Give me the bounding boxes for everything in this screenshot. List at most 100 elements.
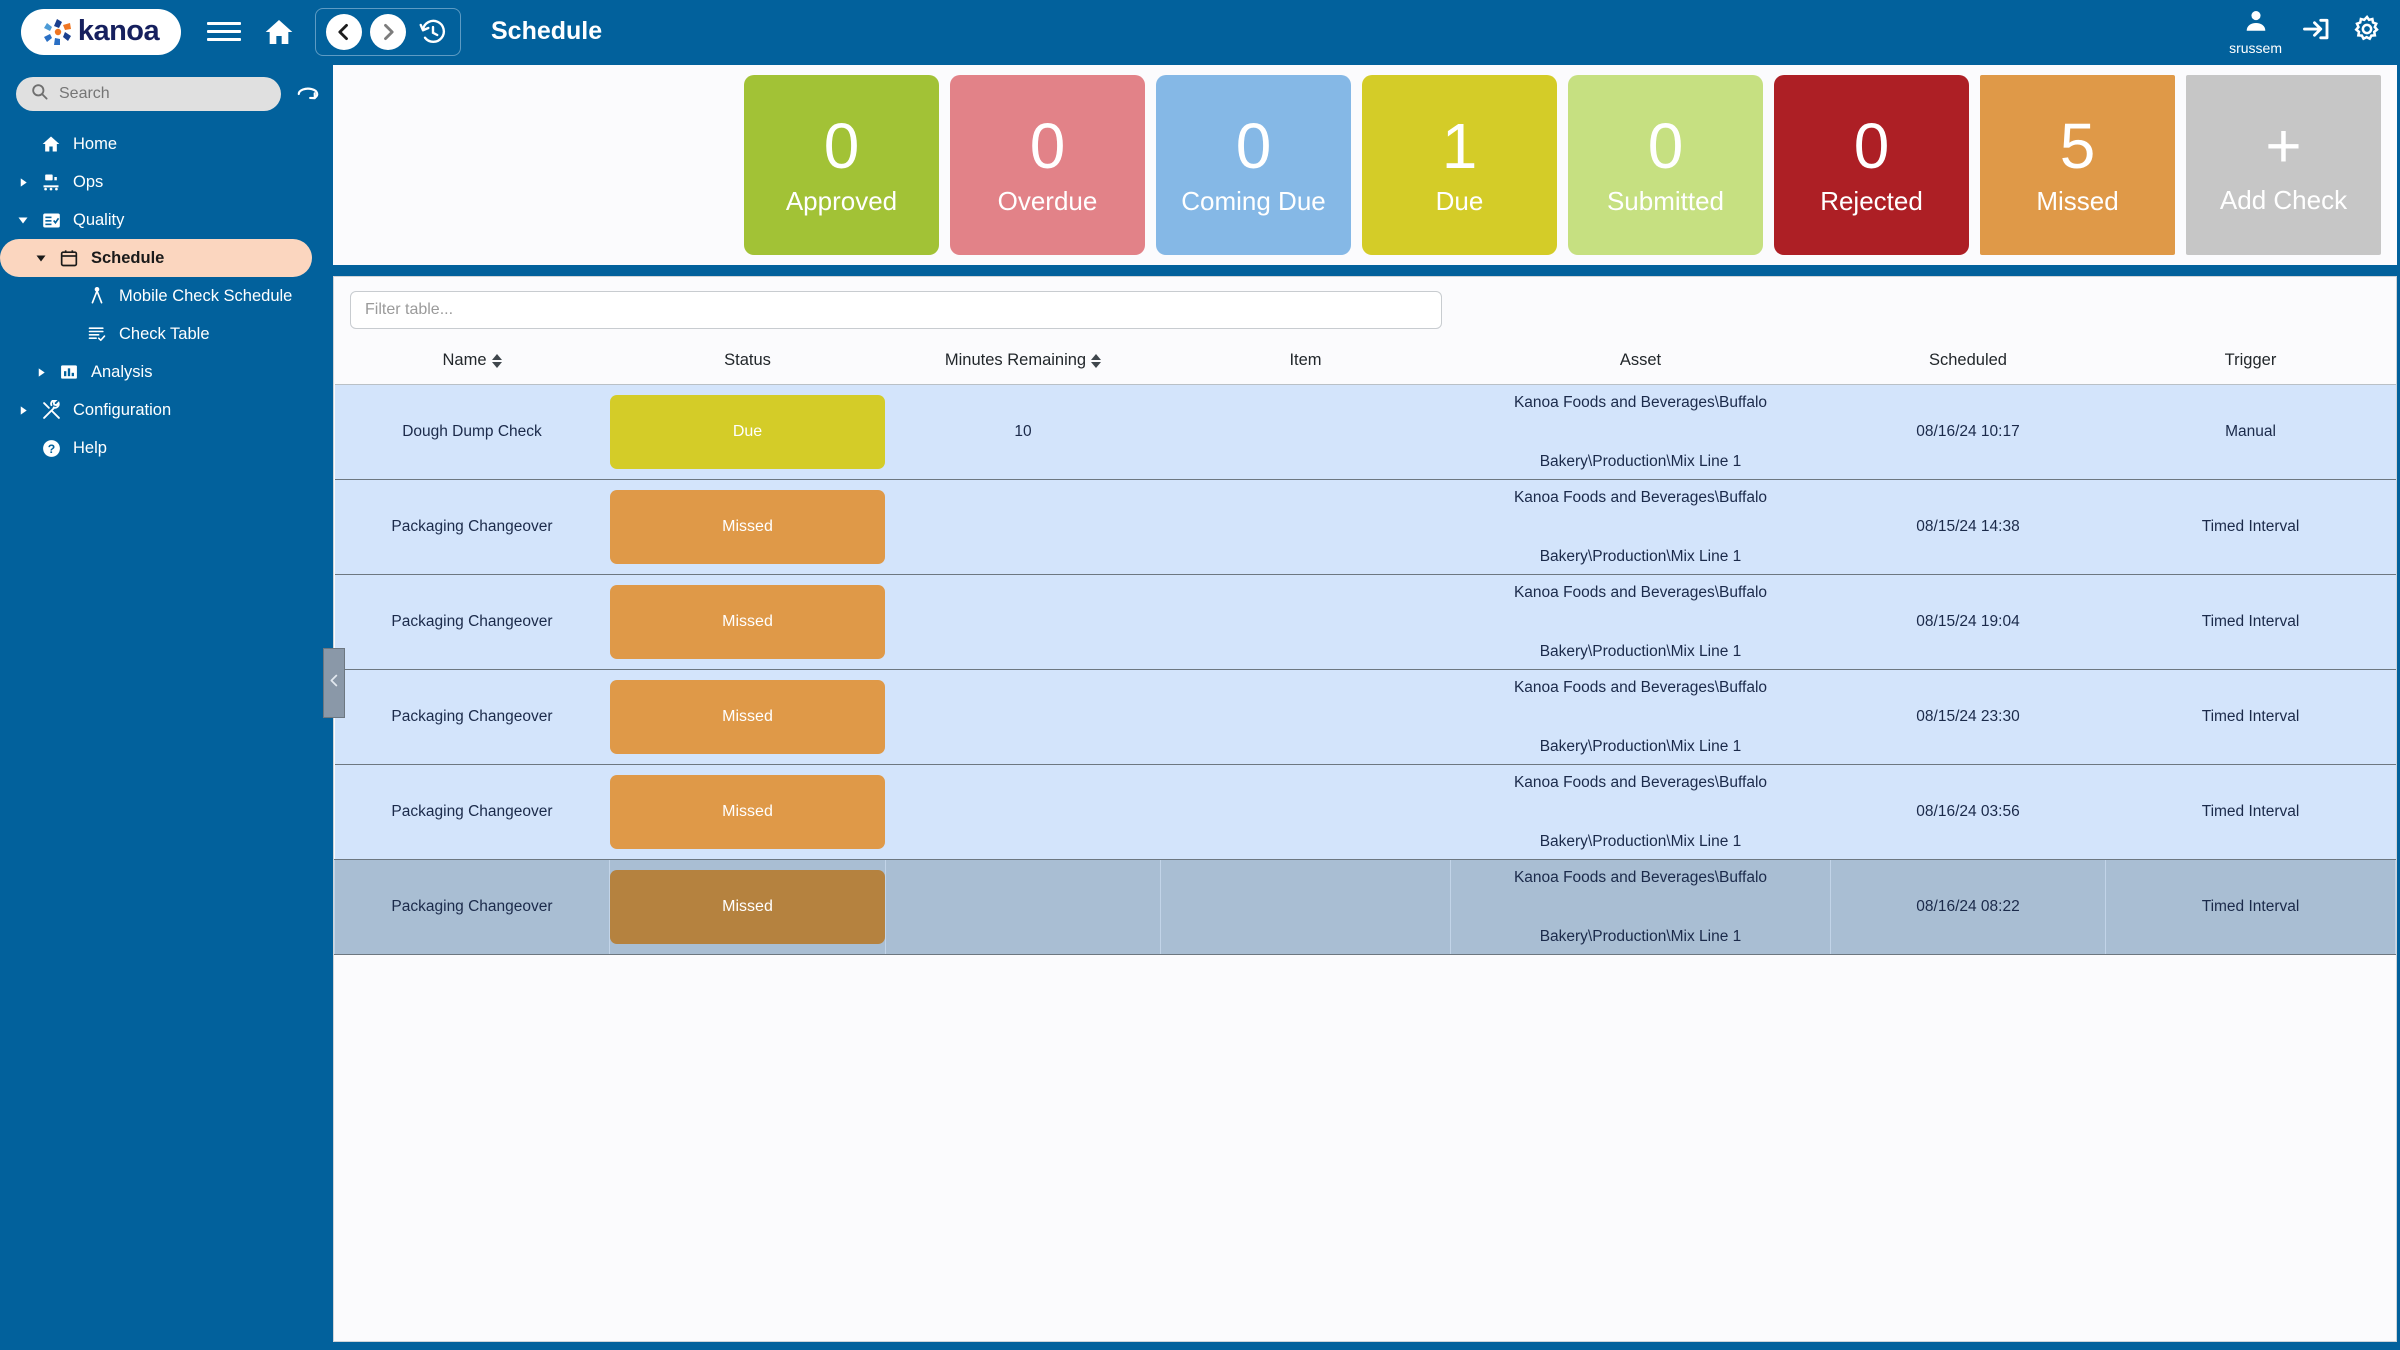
checklist-icon (40, 209, 62, 231)
cell-item (1160, 479, 1451, 575)
table-body: Dough Dump Check Due 10 Kanoa Foods and … (334, 384, 2396, 955)
cell-asset: Kanoa Foods and Beverages\Buffalo Bakery… (1450, 384, 1831, 480)
cell-scheduled: 08/15/24 14:38 (1830, 479, 2106, 575)
sidebar-item-label: Mobile Check Schedule (119, 286, 293, 305)
sidebar: Search Home Ops Quality Schedule Mobile … (0, 63, 330, 1350)
sidebar-item-mobile-check-schedule[interactable]: Mobile Check Schedule (0, 277, 330, 315)
cell-scheduled: 08/15/24 23:30 (1830, 669, 2106, 765)
sort-arrows-icon[interactable] (491, 353, 502, 368)
cell-minutes-remaining (885, 764, 1161, 860)
asset-line-1: Kanoa Foods and Beverages\Buffalo (1513, 488, 1768, 506)
gear-icon[interactable] (2352, 14, 2382, 49)
filter-placeholder: Filter table... (365, 301, 454, 318)
history-clock-icon[interactable] (416, 15, 450, 49)
brand-logo[interactable]: kanoa (21, 8, 181, 55)
sidebar-item-quality[interactable]: Quality (0, 201, 330, 239)
kpi-card-add-check[interactable]: + Add Check (2186, 75, 2381, 255)
cell-trigger: Timed Interval (2105, 479, 2396, 575)
status-badge[interactable]: Missed (610, 490, 885, 564)
kpi-card-coming-due[interactable]: 0 Coming Due (1156, 75, 1351, 255)
user-menu[interactable]: srussem (2229, 8, 2282, 56)
sidebar-item-label: Analysis (91, 362, 153, 381)
cell-trigger: Timed Interval (2105, 859, 2396, 955)
table-header-row: Name Status Minutes Remaining Item Asset… (334, 345, 2396, 385)
cell-scheduled: 08/16/24 08:22 (1830, 859, 2106, 955)
sidebar-collapse-handle[interactable] (323, 648, 345, 718)
kpi-card-submitted[interactable]: 0 Submitted (1568, 75, 1763, 255)
column-header-name[interactable]: Name (334, 345, 610, 385)
cell-asset: Kanoa Foods and Beverages\Buffalo Bakery… (1450, 479, 1831, 575)
kpi-value: 0 (1235, 109, 1272, 182)
table-row[interactable]: Packaging Changeover Missed Kanoa Foods … (334, 859, 2396, 955)
column-header-status[interactable]: Status (609, 345, 886, 385)
kpi-card-overdue[interactable]: 0 Overdue (950, 75, 1145, 255)
column-header-trigger[interactable]: Trigger (2105, 345, 2396, 385)
sidebar-item-label: Ops (73, 172, 104, 191)
kanoa-pinwheel-icon (43, 17, 73, 47)
column-label: Scheduled (1929, 351, 2007, 369)
back-button[interactable] (326, 13, 362, 50)
status-badge[interactable]: Missed (610, 775, 885, 849)
home-icon (40, 133, 62, 155)
sidebar-item-help[interactable]: ? Help (0, 429, 330, 467)
sidebar-item-analysis[interactable]: Analysis (0, 353, 330, 391)
filter-table-input[interactable]: Filter table... (350, 291, 1442, 329)
column-header-minutes-remaining[interactable]: Minutes Remaining (885, 345, 1161, 385)
status-badge[interactable]: Missed (610, 870, 885, 944)
column-header-scheduled[interactable]: Scheduled (1830, 345, 2106, 385)
kpi-label: Submitted (1606, 186, 1725, 217)
status-badge[interactable]: Due (610, 395, 885, 469)
sidebar-item-schedule[interactable]: Schedule (0, 239, 312, 277)
sidebar-item-label: Configuration (73, 400, 172, 419)
chevron-left-icon (327, 673, 342, 693)
kpi-label: Approved (785, 186, 898, 217)
bar-chart-icon (58, 361, 80, 383)
cell-scheduled: 08/15/24 19:04 (1830, 574, 2106, 670)
cell-name: Packaging Changeover (334, 669, 610, 765)
asset-line-1: Kanoa Foods and Beverages\Buffalo (1513, 773, 1768, 791)
sidebar-search-row: Search (16, 77, 330, 111)
nav-button-group (315, 7, 461, 56)
cell-status: Missed (609, 574, 886, 670)
home-icon[interactable] (263, 16, 295, 48)
kpi-label: Overdue (997, 186, 1098, 217)
hamburger-icon[interactable] (207, 17, 241, 47)
table-row[interactable]: Dough Dump Check Due 10 Kanoa Foods and … (334, 384, 2396, 480)
brand-name: kanoa (77, 15, 160, 47)
kpi-card-missed[interactable]: 5 Missed (1980, 75, 2175, 255)
user-avatar-icon (2243, 8, 2269, 39)
cell-item (1160, 859, 1451, 955)
cell-item (1160, 384, 1451, 480)
sidebar-item-label: Quality (73, 210, 125, 229)
sidebar-item-label: Home (73, 134, 118, 153)
status-badge[interactable]: Missed (610, 585, 885, 659)
kpi-card-due[interactable]: 1 Due (1362, 75, 1557, 255)
cell-status: Due (609, 384, 886, 480)
kpi-card-approved[interactable]: 0 Approved (744, 75, 939, 255)
sidebar-item-check-table[interactable]: Check Table (0, 315, 330, 353)
cell-status: Missed (609, 479, 886, 575)
sidebar-item-configuration[interactable]: Configuration (0, 391, 330, 429)
forward-button[interactable] (370, 13, 406, 50)
sign-in-arrow-icon[interactable] (2302, 14, 2332, 49)
scan-rotate-icon[interactable] (295, 81, 321, 107)
column-header-item[interactable]: Item (1160, 345, 1451, 385)
kpi-card-rejected[interactable]: 0 Rejected (1774, 75, 1969, 255)
sidebar-item-label: Schedule (91, 248, 165, 267)
kpi-value: 0 (1853, 109, 1890, 182)
asset-line-2: Bakery\Production\Mix Line 1 (1539, 643, 1742, 660)
asset-line-2: Bakery\Production\Mix Line 1 (1539, 453, 1742, 470)
column-label: Item (1289, 351, 1322, 369)
table-row[interactable]: Packaging Changeover Missed Kanoa Foods … (334, 669, 2396, 765)
status-badge[interactable]: Missed (610, 680, 885, 754)
cell-name: Packaging Changeover (334, 859, 610, 955)
sidebar-item-home[interactable]: Home (0, 125, 330, 163)
table-row[interactable]: Packaging Changeover Missed Kanoa Foods … (334, 764, 2396, 860)
search-input[interactable]: Search (16, 77, 281, 111)
table-row[interactable]: Packaging Changeover Missed Kanoa Foods … (334, 479, 2396, 575)
table-row[interactable]: Packaging Changeover Missed Kanoa Foods … (334, 574, 2396, 670)
sort-arrows-icon[interactable] (1091, 353, 1102, 368)
column-header-asset[interactable]: Asset (1450, 345, 1831, 385)
sidebar-item-ops[interactable]: Ops (0, 163, 330, 201)
kpi-label: Missed (2036, 186, 2119, 217)
